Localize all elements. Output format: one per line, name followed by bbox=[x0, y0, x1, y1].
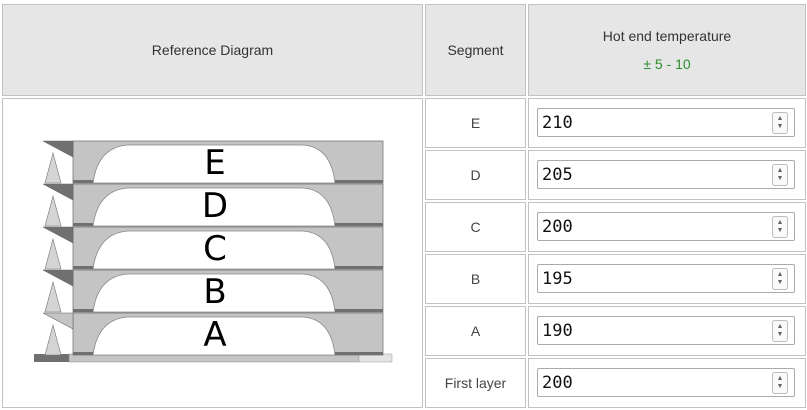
spike-support bbox=[44, 151, 62, 184]
segment-label: A bbox=[470, 323, 481, 339]
segment-cell: D bbox=[425, 150, 526, 200]
segment-letter: A bbox=[203, 315, 226, 355]
segment-label: C bbox=[470, 219, 481, 235]
spinner-up-icon[interactable]: ▲ bbox=[777, 271, 784, 279]
temperature-input-wrapper: ▲▼ bbox=[537, 368, 795, 397]
temperature-input-wrapper: ▲▼ bbox=[537, 316, 795, 345]
spike-support bbox=[44, 237, 62, 270]
block-ledge-left bbox=[73, 266, 93, 269]
temperature-title: Hot end temperature bbox=[602, 28, 732, 44]
segment-cell: B bbox=[425, 254, 526, 304]
temperature-input[interactable] bbox=[538, 317, 742, 344]
number-spinner[interactable]: ▲ ▼ bbox=[772, 163, 788, 186]
spinner-up-icon[interactable]: ▲ bbox=[777, 167, 784, 175]
spike-support bbox=[44, 280, 62, 313]
segment-cell: C bbox=[425, 202, 526, 252]
temperature-input-wrapper: ▲▼ bbox=[537, 160, 795, 189]
segment-title: Segment bbox=[447, 42, 504, 58]
block-ledge-left bbox=[73, 180, 93, 183]
segment-label: B bbox=[470, 271, 481, 287]
segment-label: First layer bbox=[444, 375, 507, 391]
temperature-input[interactable] bbox=[538, 161, 742, 188]
segment-cell: E bbox=[425, 98, 526, 148]
segment-label: E bbox=[470, 115, 481, 131]
reference-diagram-title: Reference Diagram bbox=[151, 42, 274, 58]
spike-support bbox=[44, 323, 62, 356]
temperature-input[interactable] bbox=[538, 369, 742, 396]
reference-diagram-cell: EDCBA bbox=[2, 98, 423, 408]
spinner-up-icon[interactable]: ▲ bbox=[777, 219, 784, 227]
overhang-wedge bbox=[42, 226, 74, 244]
segment-letter: E bbox=[204, 143, 225, 183]
spinner-down-icon[interactable]: ▼ bbox=[777, 227, 784, 235]
spinner-up-icon[interactable]: ▲ bbox=[777, 323, 784, 331]
temperature-input-wrapper: ▲▼ bbox=[537, 264, 795, 293]
number-spinner[interactable]: ▲ ▼ bbox=[772, 111, 788, 134]
header-reference-diagram: Reference Diagram bbox=[2, 4, 423, 96]
segment-label: D bbox=[470, 167, 481, 183]
spinner-down-icon[interactable]: ▼ bbox=[777, 175, 784, 183]
temperature-tolerance: ± 5 - 10 bbox=[643, 56, 691, 72]
header-hot-end-temperature: Hot end temperature ± 5 - 10 bbox=[528, 4, 806, 96]
number-spinner[interactable]: ▲ ▼ bbox=[772, 215, 788, 238]
temperature-input[interactable] bbox=[538, 265, 742, 292]
segment-cell: First layer bbox=[425, 358, 526, 408]
spinner-down-icon[interactable]: ▼ bbox=[777, 279, 784, 287]
spinner-down-icon[interactable]: ▼ bbox=[777, 331, 784, 339]
temperature-input-wrapper: ▲▼ bbox=[537, 212, 795, 241]
temperature-input[interactable] bbox=[538, 213, 742, 240]
segment-cell: A bbox=[425, 306, 526, 356]
block-ledge-right bbox=[335, 180, 383, 183]
block-ledge-left bbox=[73, 223, 93, 226]
block-ledge-left bbox=[73, 309, 93, 312]
spinner-down-icon[interactable]: ▼ bbox=[777, 123, 784, 131]
overhang-wedge bbox=[42, 183, 74, 201]
number-spinner[interactable]: ▲ ▼ bbox=[772, 319, 788, 342]
overhang-wedge bbox=[42, 269, 74, 287]
segment-letter: B bbox=[203, 272, 226, 312]
header-segment: Segment bbox=[425, 4, 526, 96]
segment-letter: D bbox=[202, 186, 228, 226]
segment-letter: C bbox=[203, 229, 227, 269]
overhang-wedge bbox=[42, 312, 74, 330]
block-ledge-right bbox=[335, 309, 383, 312]
spike-support bbox=[44, 194, 62, 227]
number-spinner[interactable]: ▲ ▼ bbox=[772, 371, 788, 394]
temperature-input-wrapper: ▲▼ bbox=[537, 108, 795, 137]
overhang-wedge bbox=[42, 140, 74, 158]
temperature-input[interactable] bbox=[538, 109, 742, 136]
block-ledge-right bbox=[335, 352, 383, 355]
block-ledge-left bbox=[73, 352, 93, 355]
number-spinner[interactable]: ▲ ▼ bbox=[772, 267, 788, 290]
tower-diagram: EDCBA bbox=[34, 140, 393, 363]
block-ledge-right bbox=[335, 266, 383, 269]
spinner-up-icon[interactable]: ▲ bbox=[777, 375, 784, 383]
spinner-down-icon[interactable]: ▼ bbox=[777, 383, 784, 391]
spinner-up-icon[interactable]: ▲ bbox=[777, 115, 784, 123]
block-ledge-right bbox=[335, 223, 383, 226]
